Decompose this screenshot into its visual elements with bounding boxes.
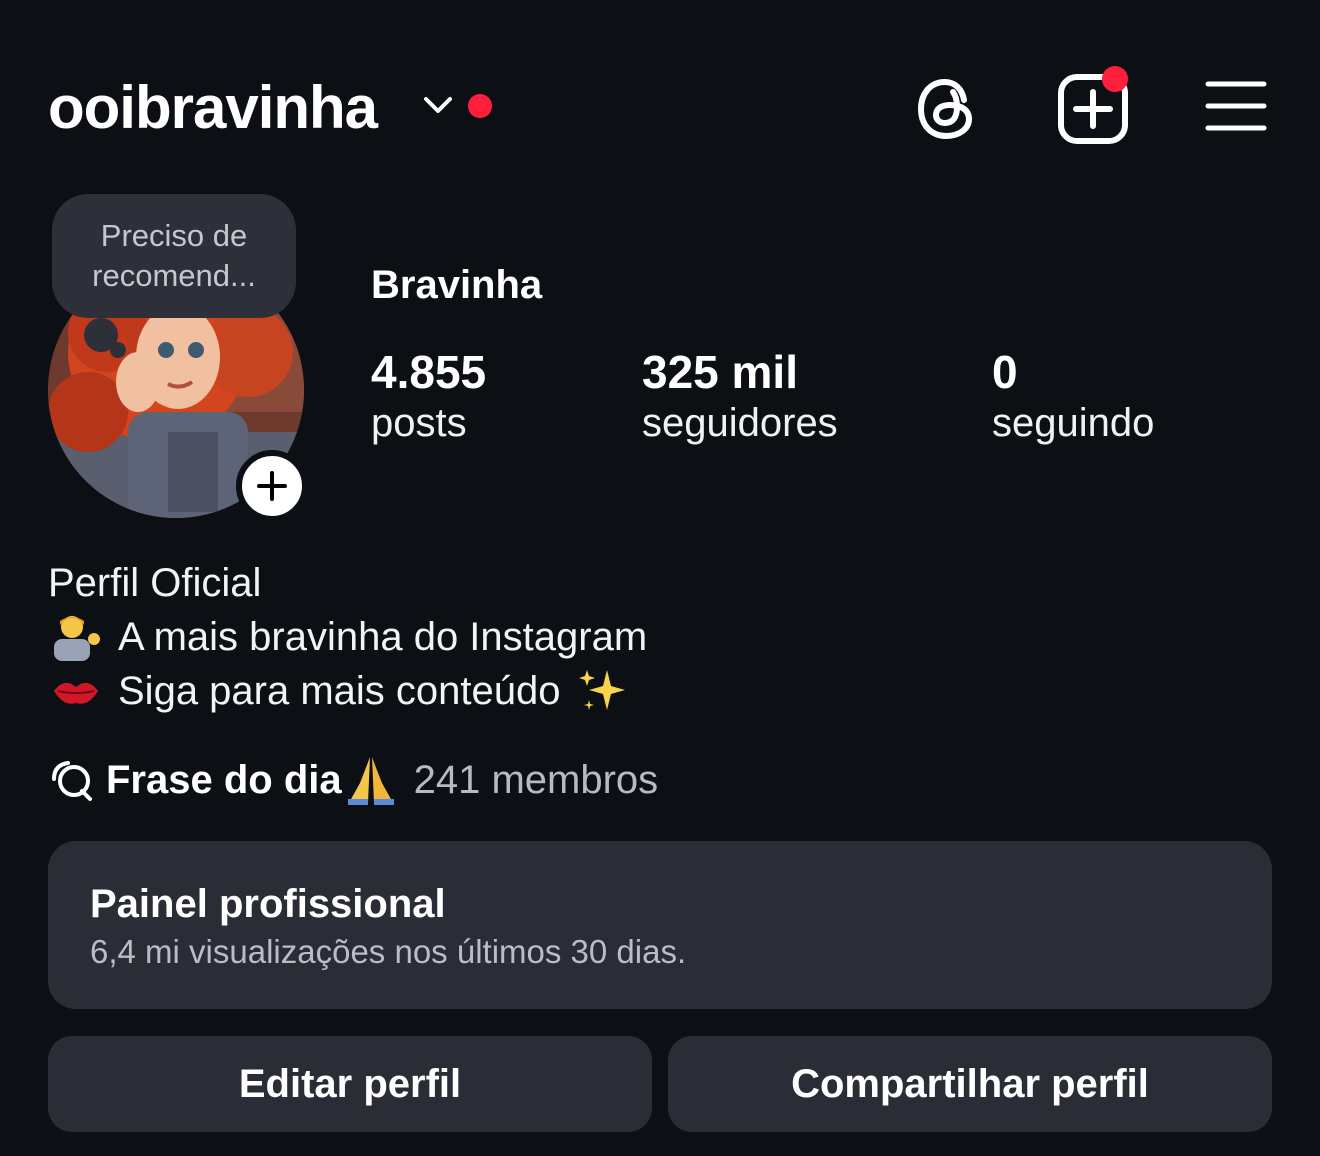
profile-note-bubble[interactable]: Preciso de recomend...: [52, 194, 296, 318]
stat-followers[interactable]: 325 mil seguidores: [642, 346, 838, 448]
channel-members: 241 membros: [413, 757, 659, 802]
stat-value: 4.855: [371, 346, 487, 398]
professional-dashboard-card[interactable]: Painel profissional 6,4 mi visualizações…: [48, 841, 1272, 1009]
plus-icon: [257, 471, 287, 501]
stat-label: seguindo: [992, 401, 1155, 445]
profile-display-name: Bravinha: [371, 263, 543, 307]
new-post-notification-dot: [1102, 66, 1128, 92]
notification-dot: [468, 94, 492, 118]
stat-label: posts: [371, 401, 467, 445]
menu-icon[interactable]: [1204, 78, 1268, 134]
bio-text: A mais bravinha do Instagram: [118, 615, 648, 659]
channel-chat-icon: [52, 761, 92, 801]
edit-profile-button[interactable]: Editar perfil: [48, 1036, 652, 1132]
praying-hands-emoji: [347, 757, 394, 805]
threads-icon[interactable]: [912, 74, 982, 144]
chevron-down-icon[interactable]: [420, 90, 456, 120]
bio-text: Siga para mais conteúdo: [118, 669, 561, 713]
dashboard-title: Painel profissional: [90, 882, 446, 926]
bio-line: Siga para mais conteúdo: [48, 664, 647, 718]
stat-posts[interactable]: 4.855 posts: [371, 346, 486, 448]
channel-title: Frase do dia: [106, 757, 342, 802]
stat-following[interactable]: 0 seguindo: [992, 346, 1154, 448]
sparkles-emoji: [578, 670, 625, 710]
stat-label: seguidores: [642, 401, 838, 445]
stat-value: 0: [992, 346, 1018, 398]
kiss-mark-emoji: [54, 682, 98, 704]
bio-line: Perfil Oficial: [48, 561, 262, 605]
share-profile-button[interactable]: Compartilhar perfil: [668, 1036, 1272, 1132]
bio-line: A mais bravinha do Instagram: [48, 610, 647, 664]
add-story-button[interactable]: [236, 450, 308, 522]
stat-value: 325 mil: [642, 346, 798, 398]
broadcast-channel-link[interactable]: Frase do dia 241 membros: [48, 752, 658, 808]
person-tipping-hand-emoji: [54, 616, 100, 661]
profile-username[interactable]: ooibravinha: [48, 70, 378, 146]
profile-bio: Perfil Oficial A mais bravinha do Instag…: [48, 556, 647, 718]
dashboard-subtitle: 6,4 mi visualizações nos últimos 30 dias…: [90, 933, 687, 970]
note-bubble-tail-small: [110, 342, 126, 358]
